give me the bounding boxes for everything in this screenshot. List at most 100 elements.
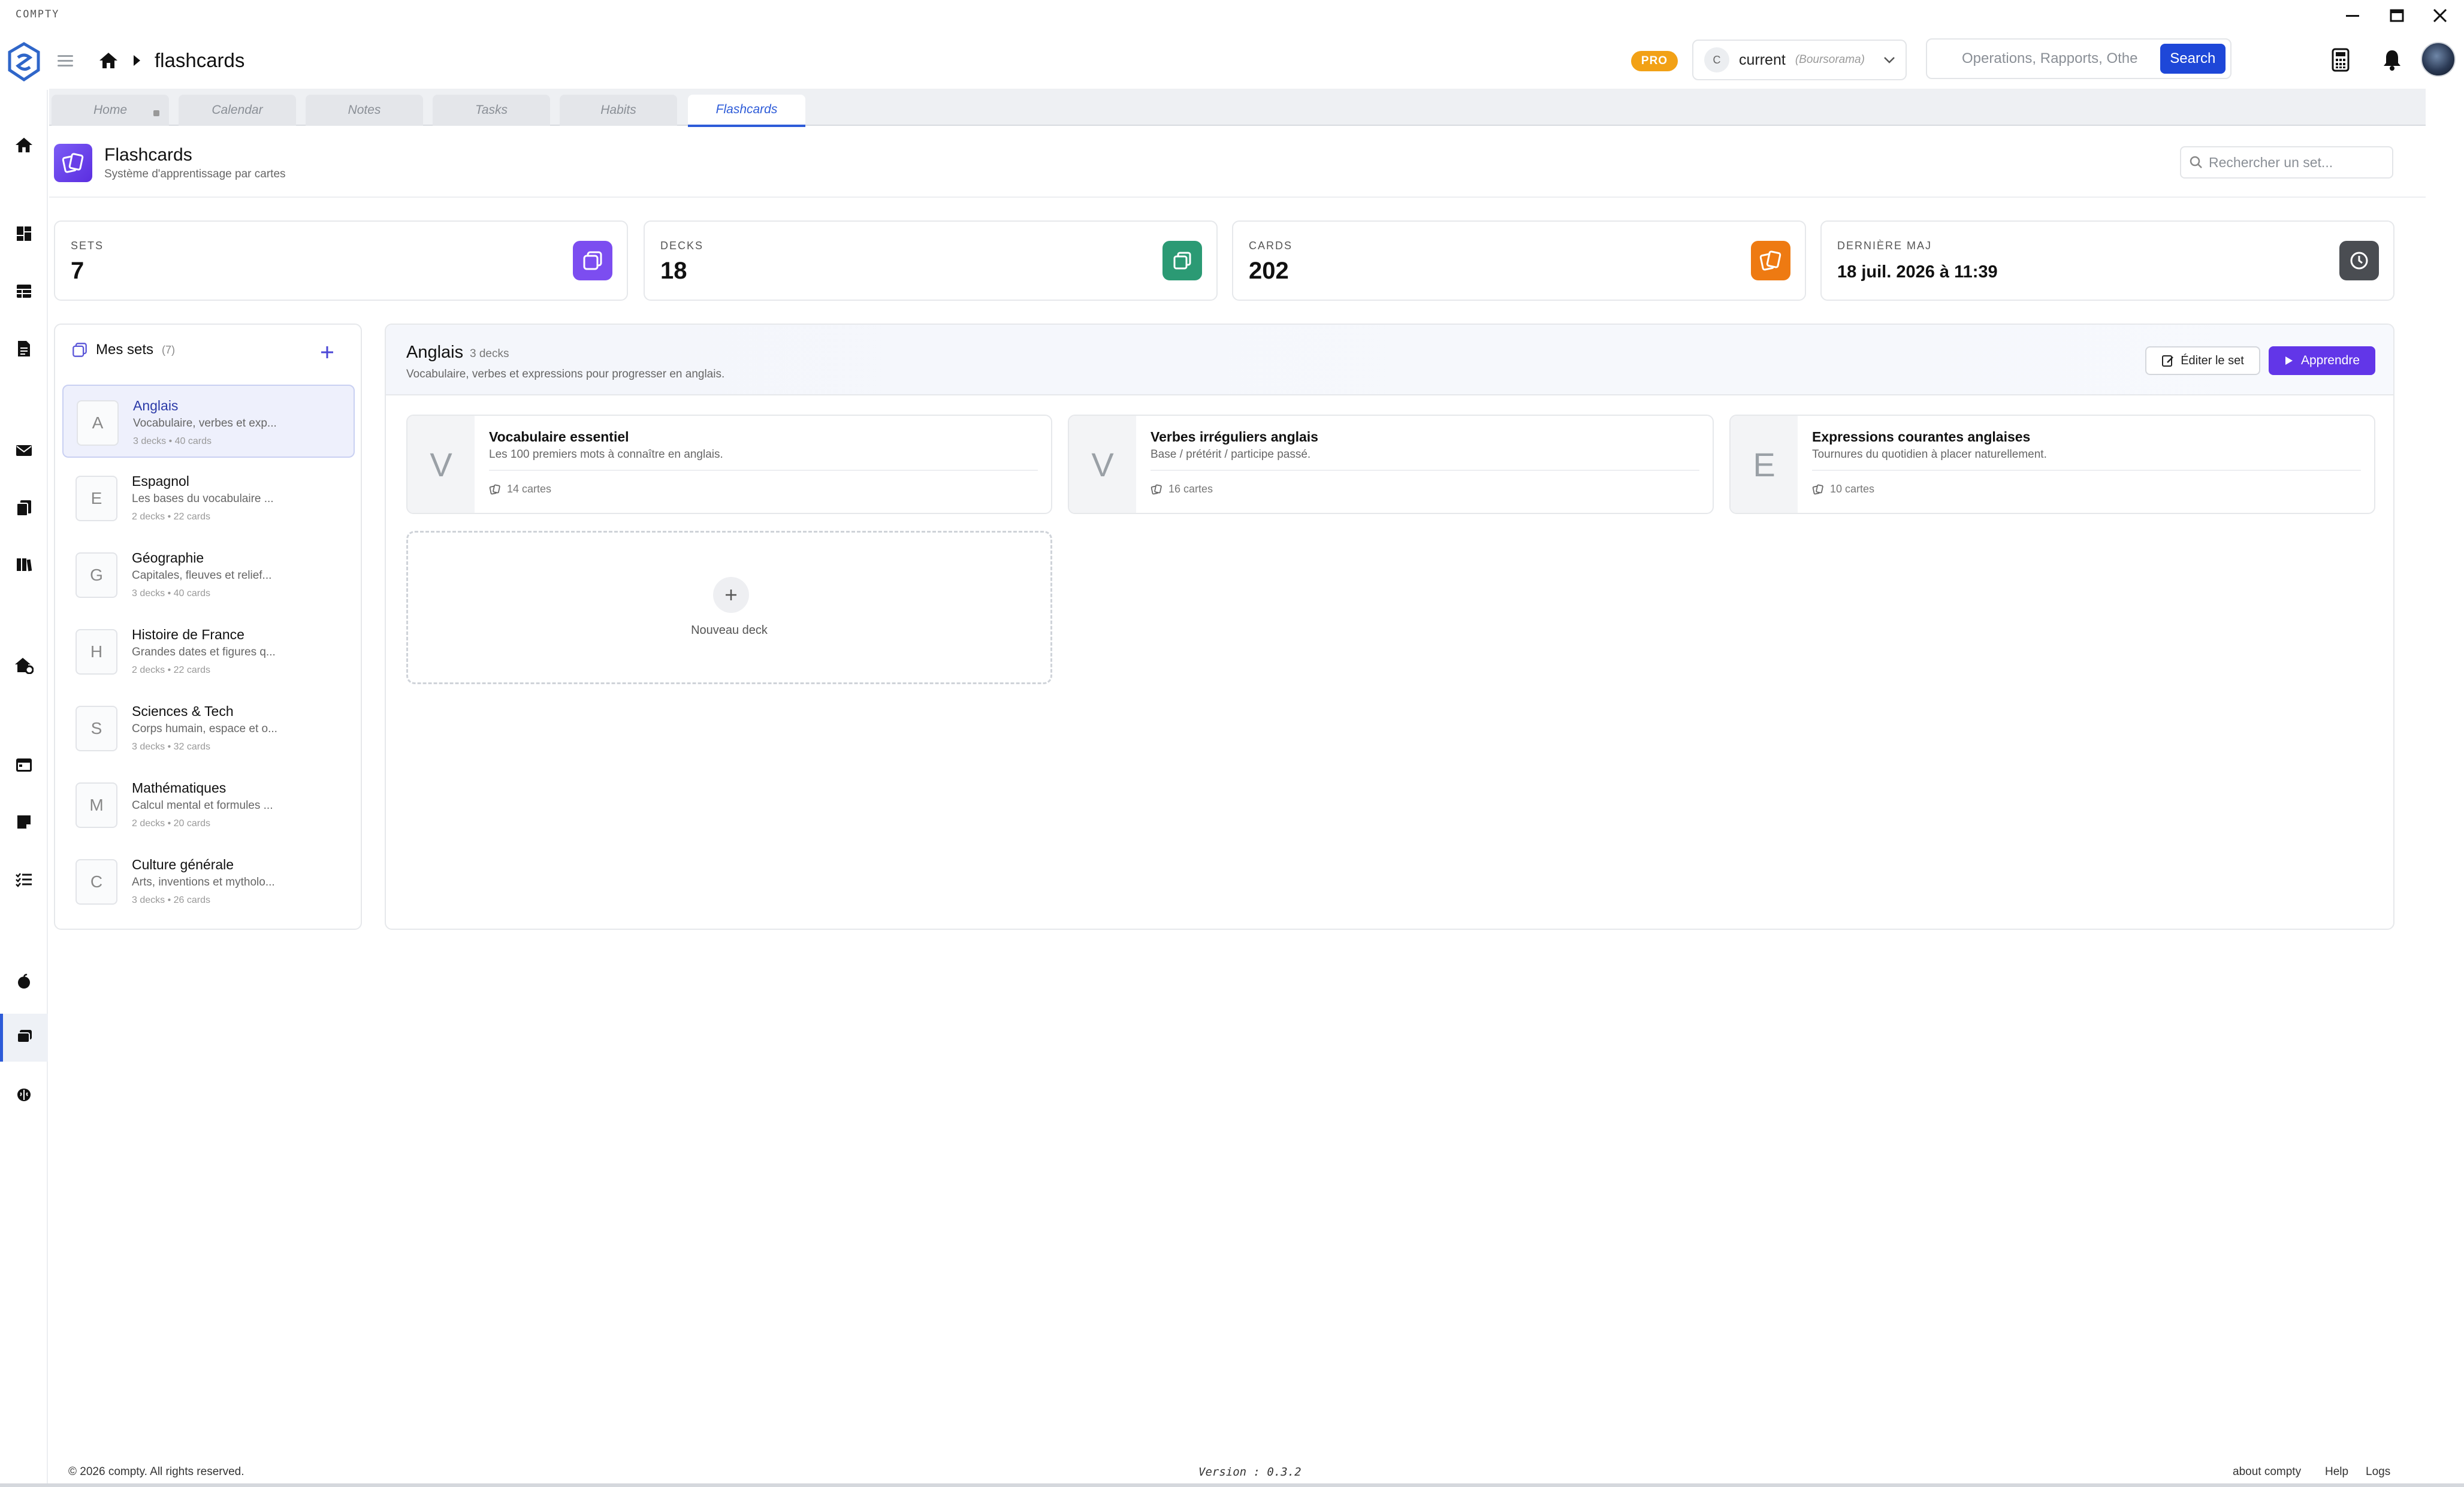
footer-logs-link[interactable]: Logs [2366,1465,2390,1479]
set-meta: 2 decks • 22 cards [132,665,210,675]
sidebar-flashcards[interactable] [0,1014,48,1062]
bell-icon [2384,50,2400,71]
account-name: current [1739,51,1786,68]
set-item-geographie[interactable]: G Géographie Capitales, fleuves et relie… [62,538,355,611]
set-name: Mathématiques [132,780,227,796]
edit-set-button[interactable]: Éditer le set [2145,346,2260,375]
footer-help-link[interactable]: Help [2325,1465,2348,1479]
new-deck-button[interactable]: Nouveau deck [406,531,1052,684]
deck-card[interactable]: V Verbes irréguliers anglais Base / prét… [1068,415,1714,514]
home-icon[interactable] [98,51,119,70]
learn-button[interactable]: Apprendre [2269,346,2375,375]
stat-card-sets: SETS 7 [54,220,628,301]
deck-letter: V [407,416,475,513]
mail-icon [16,445,32,456]
app-logo[interactable] [7,42,41,83]
play-icon [2285,356,2293,365]
tab-calendar[interactable]: Calendar [179,95,296,126]
deck-card[interactable]: V Vocabulaire essentiel Les 100 premiers… [406,415,1052,514]
clock-icon [2339,241,2379,280]
set-item-culture[interactable]: C Culture générale Arts, inventions et m… [62,845,355,918]
set-description: Grandes dates et figures q... [132,646,276,658]
sidebar-tables[interactable] [8,276,40,307]
close-button[interactable] [2422,4,2458,28]
dashboard-icon [17,226,31,241]
sidebar-calendar[interactable] [8,749,40,780]
set-description: Arts, inventions et mytholo... [132,876,275,888]
calculator-icon [2332,48,2350,72]
document-icon [18,341,30,356]
set-name: Géographie [132,550,204,566]
deck-description: Les 100 premiers mots à connaître en ang… [489,448,723,461]
maximize-button[interactable] [2379,4,2415,28]
set-letter: M [76,782,117,828]
set-meta: 3 decks • 40 cards [133,436,212,446]
sidebar-notes[interactable] [8,806,40,838]
set-item-histoire[interactable]: H Histoire de France Grandes dates et fi… [62,615,355,688]
flashcards-nav-icon [16,1028,34,1045]
chevron-down-icon [1884,57,1895,64]
stat-card-decks: DECKS 18 [644,220,1218,301]
sidebar-tasks[interactable] [8,864,40,895]
caret-right-icon [134,55,140,66]
books-icon [17,558,32,572]
header-divider [49,197,2426,198]
logo-icon [8,42,40,82]
set-item-sciences[interactable]: S Sciences & Tech Corps humain, espace e… [62,691,355,764]
tab-habits[interactable]: Habits [560,95,677,126]
sidebar-habits[interactable] [8,966,40,997]
maximize-icon [2390,9,2404,22]
account-selector[interactable]: C current (Boursorama) [1692,40,1907,80]
user-avatar[interactable] [2421,42,2456,77]
sidebar-mail[interactable] [8,435,40,466]
stat-value: 7 [71,258,84,284]
tab-home[interactable]: Home [52,95,169,126]
set-search-input[interactable] [2209,154,2377,171]
stat-value: 18 [660,258,687,284]
add-set-button[interactable] [315,340,339,364]
deck-description: Base / prétérit / participe passé. [1151,448,1311,461]
tab-flashcards[interactable]: Flashcards [688,95,805,127]
set-description: Calcul mental et formules ... [132,799,273,812]
set-detail-panel: Anglais 3 decks Vocabulaire, verbes et e… [385,324,2394,930]
global-search-input[interactable] [1962,50,2152,67]
deck-letter: E [1731,416,1798,513]
sticky-note-icon [17,815,31,829]
tab-tasks[interactable]: Tasks [433,95,550,126]
sidebar-property[interactable] [8,649,40,681]
sidebar-dashboard[interactable] [8,218,40,249]
calculator-button[interactable] [2325,44,2356,75]
cards-icon [1751,241,1790,280]
hamburger-bar [58,55,73,57]
deck-meta: 10 cartes [1812,483,1874,495]
sidebar-home[interactable] [8,129,40,161]
stat-value: 18 juil. 2026 à 11:39 [1837,262,1998,282]
footer-about-link[interactable]: about compty [2233,1465,2301,1479]
sidebar-files[interactable] [8,492,40,524]
deck-description: Tournures du quotidien à placer naturell… [1812,448,2047,461]
new-deck-label: Nouveau deck [691,624,768,637]
set-meta: 3 decks • 32 cards [132,742,210,752]
tab-notes[interactable]: Notes [306,95,423,126]
set-name: Espagnol [132,473,189,489]
hamburger-bar [58,59,73,62]
set-item-mathematiques[interactable]: M Mathématiques Calcul mental et formule… [62,768,355,841]
set-letter: G [76,552,117,598]
learn-label: Apprendre [2300,353,2360,367]
set-item-anglais[interactable]: A Anglais Vocabulaire, verbes et exp... … [62,385,355,458]
search-button[interactable]: Search [2160,44,2226,74]
deck-meta: 14 cartes [489,483,551,495]
sidebar-library[interactable] [8,549,40,580]
notifications-button[interactable] [2377,44,2408,75]
deck-card[interactable]: E Expressions courantes anglaises Tournu… [1729,415,2375,514]
sidebar-documents[interactable] [8,333,40,364]
menu-toggle-button[interactable] [55,50,76,71]
set-item-espagnol[interactable]: E Espagnol Les bases du vocabulaire ... … [62,461,355,534]
sidebar-learning[interactable] [8,1080,40,1111]
set-description: Capitales, fleuves et relief... [132,569,272,582]
set-detail-header: Anglais 3 decks Vocabulaire, verbes et e… [386,325,2393,395]
deck-divider [489,470,1038,471]
set-name: Histoire de France [132,627,244,642]
set-name: Culture générale [132,857,234,872]
minimize-button[interactable] [2335,4,2371,28]
